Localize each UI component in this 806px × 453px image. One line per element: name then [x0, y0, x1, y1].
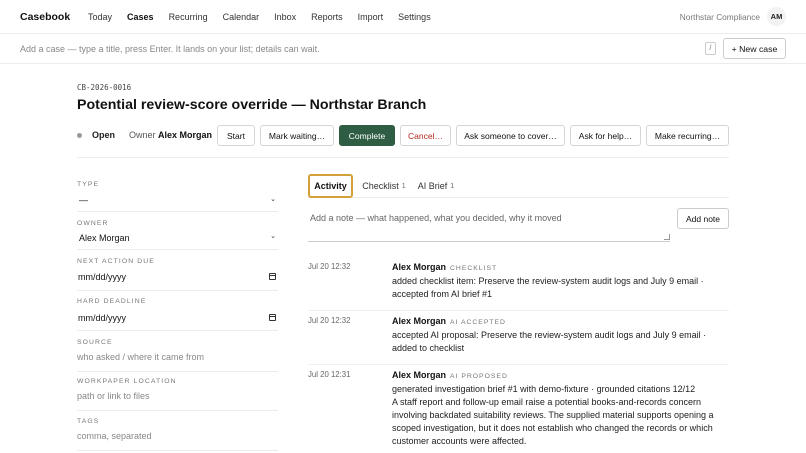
source-input[interactable]: who asked / where it came from	[77, 352, 204, 362]
chevron-down-icon: ⌄	[270, 196, 276, 203]
activity-tag: AI Accepted	[450, 319, 506, 326]
ask-help-button[interactable]: Ask for help…	[570, 125, 641, 146]
header-divider	[77, 157, 729, 158]
tab-ai-brief-count: 1	[450, 182, 455, 190]
nav-calendar[interactable]: Calendar	[223, 12, 260, 22]
activity-time: Jul 20 12:31	[308, 370, 351, 379]
source-label: Source	[77, 339, 113, 346]
main-nav: Today Cases Recurring Calendar Inbox Rep…	[88, 12, 446, 22]
quick-add-input[interactable]: Add a case — type a title, press Enter. …	[20, 44, 320, 54]
next-action-due-field[interactable]: Next action due mm/dd/yyyy	[77, 257, 278, 291]
type-value: —	[79, 195, 88, 205]
type-label: Type	[77, 181, 100, 188]
workpaper-input[interactable]: path or link to files	[77, 391, 150, 401]
detail-tabs: Activity Checklist 1 AI Brief 1	[308, 174, 729, 198]
activity-author: Alex Morgan AI Proposed	[392, 370, 508, 380]
nav-inbox[interactable]: Inbox	[274, 12, 296, 22]
owner-label: Owner Alex Morgan	[129, 130, 212, 140]
activity-separator	[308, 364, 729, 365]
activity-tag: Checklist	[450, 265, 498, 272]
tab-checklist[interactable]: Checklist 1	[358, 174, 410, 198]
action-row: Open Owner Alex Morgan Start Mark waitin…	[77, 125, 729, 146]
make-recurring-button[interactable]: Make recurring…	[646, 125, 729, 146]
activity-item: Jul 20 12:31 Alex Morgan AI Proposed gene…	[308, 370, 729, 453]
owner-name: Alex Morgan	[158, 130, 213, 140]
activity-time: Jul 20 12:32	[308, 316, 351, 325]
activity-item: Jul 20 12:32 Alex Morgan Checklist added …	[308, 262, 729, 306]
start-button[interactable]: Start	[217, 125, 255, 146]
activity-line-2: to checklist	[419, 343, 465, 353]
tags-input[interactable]: comma, separated	[77, 431, 152, 441]
activity-summary: A staff report and follow-up email raise…	[392, 397, 714, 446]
tags-label: Tags	[77, 418, 100, 425]
activity-separator	[308, 310, 729, 311]
activity-body: generated investigation brief #1 with de…	[392, 383, 729, 448]
tab-ai-brief-label: AI Brief	[417, 181, 448, 191]
chevron-down-icon: ⌄	[270, 233, 276, 240]
activity-body: accepted AI proposal: Preserve the revie…	[392, 329, 729, 355]
hard-deadline-field[interactable]: Hard deadline mm/dd/yyyy	[77, 297, 278, 331]
owner-value: Alex Morgan	[79, 233, 130, 243]
activity-author-name: Alex Morgan	[392, 262, 447, 272]
complete-button[interactable]: Complete	[339, 125, 395, 146]
activity-line-2: accepted from AI brief #1	[392, 289, 493, 299]
status-badge: Open	[92, 130, 116, 140]
tab-ai-brief[interactable]: AI Brief 1	[415, 174, 457, 198]
activity-author-name: Alex Morgan	[392, 316, 447, 326]
activity-body: added checklist item: Preserve the revie…	[392, 275, 729, 301]
nav-settings[interactable]: Settings	[398, 12, 431, 22]
hard-deadline-value: mm/dd/yyyy	[78, 313, 127, 323]
avatar[interactable]: AM	[767, 7, 786, 26]
next-action-due-value: mm/dd/yyyy	[78, 272, 127, 282]
workpaper-label: Workpaper location	[77, 378, 177, 385]
nav-recurring[interactable]: Recurring	[169, 12, 208, 22]
add-note-button[interactable]: Add note	[677, 208, 729, 229]
org-name: Northstar Compliance	[679, 12, 760, 22]
mark-waiting-button[interactable]: Mark waiting…	[260, 125, 334, 146]
resize-handle-icon[interactable]	[664, 234, 670, 240]
note-placeholder: Add a note — what happened, what you dec…	[310, 213, 562, 223]
tab-checklist-label: Checklist	[362, 181, 399, 191]
hard-deadline-label: Hard deadline	[77, 298, 147, 305]
case-id: CB-2026-0016	[77, 83, 132, 92]
tab-checklist-count: 1	[401, 182, 406, 190]
page-title: Potential review-score override — Norths…	[77, 97, 427, 113]
source-field[interactable]: Source who asked / where it came from	[77, 338, 278, 372]
shortcut-hint: /	[705, 42, 716, 55]
activity-author: Alex Morgan Checklist	[392, 262, 497, 272]
next-action-due-label: Next action due	[77, 258, 155, 265]
activity-line: generated investigation brief #1 with de…	[392, 384, 696, 394]
quick-add-bar[interactable]: Add a case — type a title, press Enter. …	[0, 34, 806, 64]
type-select[interactable]: Type — ⌄	[77, 180, 278, 212]
activity-line: added checklist item: Preserve the revie…	[392, 276, 704, 286]
tags-field[interactable]: Tags comma, separated	[77, 417, 278, 451]
calendar-icon[interactable]	[269, 314, 276, 321]
tab-activity[interactable]: Activity	[308, 174, 353, 198]
cancel-button[interactable]: Cancel…	[400, 125, 451, 146]
owner-label-text: Owner	[129, 130, 156, 140]
calendar-icon[interactable]	[269, 273, 276, 280]
ask-cover-button[interactable]: Ask someone to cover…	[456, 125, 565, 146]
brand-logo[interactable]: Casebook	[20, 11, 70, 23]
note-textarea[interactable]: Add a note — what happened, what you dec…	[308, 206, 670, 242]
nav-import[interactable]: Import	[358, 12, 384, 22]
top-nav: Casebook Today Cases Recurring Calendar …	[0, 0, 806, 34]
owner-select[interactable]: Owner Alex Morgan ⌄	[77, 219, 278, 250]
activity-author-name: Alex Morgan	[392, 370, 447, 380]
nav-reports[interactable]: Reports	[311, 12, 343, 22]
tab-activity-label: Activity	[314, 181, 347, 191]
status-dot-icon	[77, 133, 82, 138]
workpaper-field[interactable]: Workpaper location path or link to files	[77, 377, 278, 411]
activity-author: Alex Morgan AI Accepted	[392, 316, 506, 326]
activity-time: Jul 20 12:32	[308, 262, 351, 271]
new-case-button[interactable]: + New case	[723, 38, 786, 59]
activity-item: Jul 20 12:32 Alex Morgan AI Accepted acce…	[308, 316, 729, 360]
nav-cases[interactable]: Cases	[127, 12, 154, 22]
nav-today[interactable]: Today	[88, 12, 112, 22]
activity-tag: AI Proposed	[450, 373, 508, 380]
owner-field-label: Owner	[77, 220, 109, 227]
